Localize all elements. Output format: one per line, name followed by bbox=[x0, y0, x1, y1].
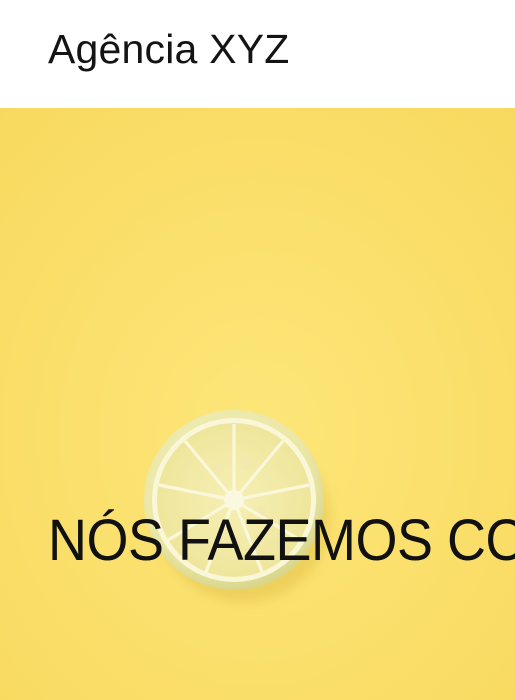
site-header: Agência XYZ bbox=[0, 0, 515, 108]
hero-section: NÓS FAZEMOS CO bbox=[0, 108, 515, 700]
brand-logo-text[interactable]: Agência XYZ bbox=[48, 26, 290, 73]
hero-background-image bbox=[0, 108, 515, 700]
hero-headline: NÓS FAZEMOS CO bbox=[48, 507, 515, 573]
